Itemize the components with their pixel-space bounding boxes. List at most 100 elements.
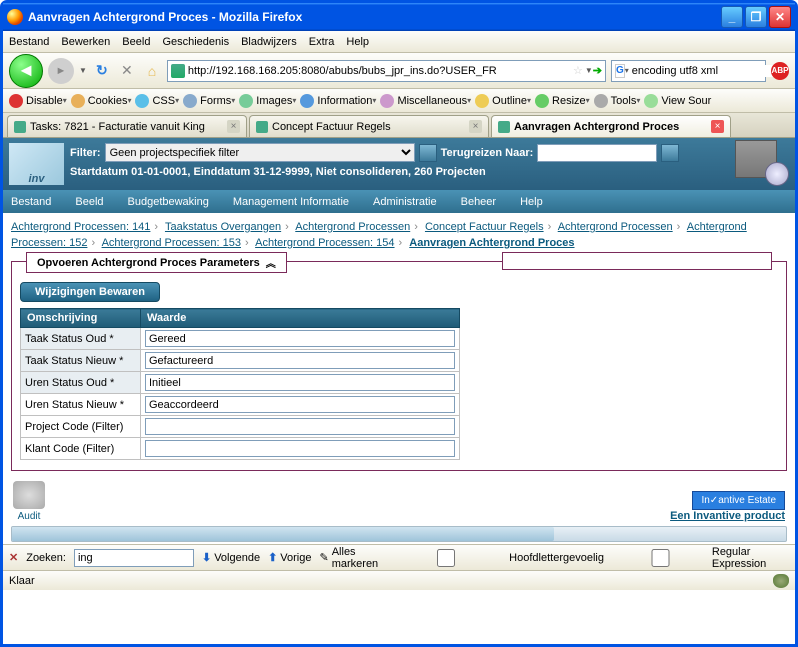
- history-dropdown[interactable]: ▼: [79, 66, 87, 75]
- bookmark-star-icon[interactable]: ☆: [573, 64, 583, 77]
- filter-select[interactable]: Geen projectspecifiek filter: [105, 143, 415, 162]
- travel-go-button[interactable]: [661, 144, 679, 162]
- tab-close-icon[interactable]: ×: [227, 120, 240, 133]
- invantive-link[interactable]: Een Invantive product: [670, 510, 785, 522]
- crumb-link[interactable]: Achtergrond Processen: [295, 221, 410, 233]
- maximize-button[interactable]: ❐: [745, 6, 767, 28]
- scrollbar-thumb[interactable]: [12, 527, 554, 541]
- params-fieldset: Opvoeren Achtergrond Proces Parameters ︽…: [11, 261, 787, 471]
- go-button[interactable]: ➔: [593, 64, 602, 77]
- appmenu-budget[interactable]: Budgetbewaking: [128, 196, 209, 208]
- crumb-link[interactable]: Achtergrond Processen: [558, 221, 673, 233]
- wd-information[interactable]: Information ▾: [300, 94, 376, 108]
- find-next-button[interactable]: ⬇Volgende: [202, 551, 260, 564]
- firebug-icon[interactable]: [773, 574, 789, 588]
- stop-button[interactable]: ✕: [117, 61, 137, 81]
- menu-help[interactable]: Help: [346, 36, 369, 48]
- url-dropdown[interactable]: ▼: [585, 66, 593, 75]
- tab-close-icon[interactable]: ×: [711, 120, 724, 133]
- filter-apply-button[interactable]: [419, 144, 437, 162]
- tab-icon: [14, 121, 26, 133]
- param-input-klant-code[interactable]: [145, 440, 455, 457]
- param-input-taak-status-oud[interactable]: [145, 330, 455, 347]
- firefox-icon: [7, 9, 23, 25]
- appmenu-beeld[interactable]: Beeld: [75, 196, 103, 208]
- findbar-close-icon[interactable]: ✕: [9, 551, 18, 565]
- minimize-button[interactable]: _: [721, 6, 743, 28]
- find-matchcase[interactable]: Hoofdlettergevoelig: [386, 549, 604, 567]
- reload-button[interactable]: ↻: [92, 61, 112, 81]
- appmenu-mgmt[interactable]: Management Informatie: [233, 196, 349, 208]
- save-button[interactable]: Wijzigingen Bewaren: [20, 282, 160, 302]
- appmenu-beheer[interactable]: Beheer: [461, 196, 496, 208]
- crumb-link[interactable]: Achtergrond Processen: 141: [11, 221, 150, 233]
- find-markall-button[interactable]: ✎ Alles markeren: [320, 546, 379, 570]
- wd-miscellaneous[interactable]: Miscellaneous ▾: [380, 94, 471, 108]
- clock-icon: [765, 162, 789, 186]
- app-logo: inv: [9, 143, 64, 185]
- forward-button[interactable]: ►: [48, 58, 74, 84]
- wd-images[interactable]: Images ▾: [239, 94, 296, 108]
- url-bar[interactable]: ☆ ▼ ➔: [167, 60, 606, 82]
- matchcase-checkbox[interactable]: [386, 549, 506, 567]
- tab-icon: [256, 121, 268, 133]
- wd-tools[interactable]: Tools ▾: [594, 94, 641, 108]
- menu-extra[interactable]: Extra: [309, 36, 335, 48]
- appmenu-help[interactable]: Help: [520, 196, 543, 208]
- menu-beeld[interactable]: Beeld: [122, 36, 150, 48]
- tab-tasks[interactable]: Tasks: 7821 - Facturatie vanuit King ×: [7, 115, 247, 137]
- search-input[interactable]: [632, 65, 774, 77]
- home-button[interactable]: ⌂: [142, 61, 162, 81]
- find-regex[interactable]: Regular Expression: [612, 546, 789, 570]
- filter-status: Startdatum 01-01-0001, Einddatum 31-12-9…: [70, 166, 789, 178]
- tab-title: Aanvragen Achtergrond Proces: [514, 121, 711, 133]
- crumb-link[interactable]: Taakstatus Overgangen: [165, 221, 281, 233]
- adblock-icon[interactable]: ABP: [771, 62, 789, 80]
- wd-viewsource[interactable]: View Sour: [644, 94, 711, 108]
- find-prev-button[interactable]: ⬆Vorige: [268, 551, 311, 564]
- url-input[interactable]: [188, 65, 571, 77]
- horizontal-scrollbar[interactable]: [11, 526, 787, 542]
- wd-cookies[interactable]: Cookies ▾: [71, 94, 132, 108]
- menu-bestand[interactable]: Bestand: [9, 36, 49, 48]
- fieldset-legend[interactable]: Opvoeren Achtergrond Proces Parameters ︽: [26, 252, 287, 273]
- search-box[interactable]: G ▾ 🔍: [611, 60, 766, 82]
- find-input[interactable]: [74, 549, 194, 567]
- menu-bewerken[interactable]: Bewerken: [61, 36, 110, 48]
- fieldset-tab-empty[interactable]: [502, 252, 772, 270]
- wd-disable[interactable]: Disable ▾: [9, 94, 67, 108]
- travel-input[interactable]: [537, 144, 657, 162]
- tab-close-icon[interactable]: ×: [469, 120, 482, 133]
- status-text: Klaar: [9, 575, 35, 587]
- wd-resize[interactable]: Resize ▾: [535, 94, 590, 108]
- collapse-icon[interactable]: ︽: [266, 255, 276, 270]
- audit-link[interactable]: Audit: [13, 481, 45, 522]
- regex-checkbox[interactable]: [612, 549, 709, 567]
- tab-concept[interactable]: Concept Factuur Regels ×: [249, 115, 489, 137]
- menu-bladwijzers[interactable]: Bladwijzers: [241, 36, 297, 48]
- search-engine-icon[interactable]: G: [615, 64, 625, 78]
- page-icon: [171, 64, 185, 78]
- param-input-uren-status-nieuw[interactable]: [145, 396, 455, 413]
- back-button[interactable]: ◄: [9, 54, 43, 88]
- wd-forms[interactable]: Forms ▾: [183, 94, 235, 108]
- crumb-link[interactable]: Achtergrond Processen: 153: [102, 237, 241, 249]
- table-row: Project Code (Filter): [21, 416, 460, 438]
- wd-css[interactable]: CSS ▾: [135, 94, 179, 108]
- param-input-uren-status-oud[interactable]: [145, 374, 455, 391]
- app-header: inv Filter: Geen projectspecifiek filter…: [3, 138, 795, 190]
- wd-outline[interactable]: Outline ▾: [475, 94, 531, 108]
- appmenu-admin[interactable]: Administratie: [373, 196, 437, 208]
- appmenu-bestand[interactable]: Bestand: [11, 196, 51, 208]
- search-engine-dropdown[interactable]: ▾: [625, 66, 629, 75]
- crumb-link[interactable]: Concept Factuur Regels: [425, 221, 544, 233]
- param-input-taak-status-nieuw[interactable]: [145, 352, 455, 369]
- menu-geschiedenis[interactable]: Geschiedenis: [162, 36, 229, 48]
- tab-aanvragen[interactable]: Aanvragen Achtergrond Proces ×: [491, 115, 731, 137]
- header-graphics: [721, 140, 791, 186]
- param-input-project-code[interactable]: [145, 418, 455, 435]
- close-button[interactable]: ✕: [769, 6, 791, 28]
- find-label: Zoeken:: [26, 552, 66, 564]
- crumb-link[interactable]: Achtergrond Processen: 154: [255, 237, 394, 249]
- param-label: Taak Status Nieuw *: [21, 350, 141, 372]
